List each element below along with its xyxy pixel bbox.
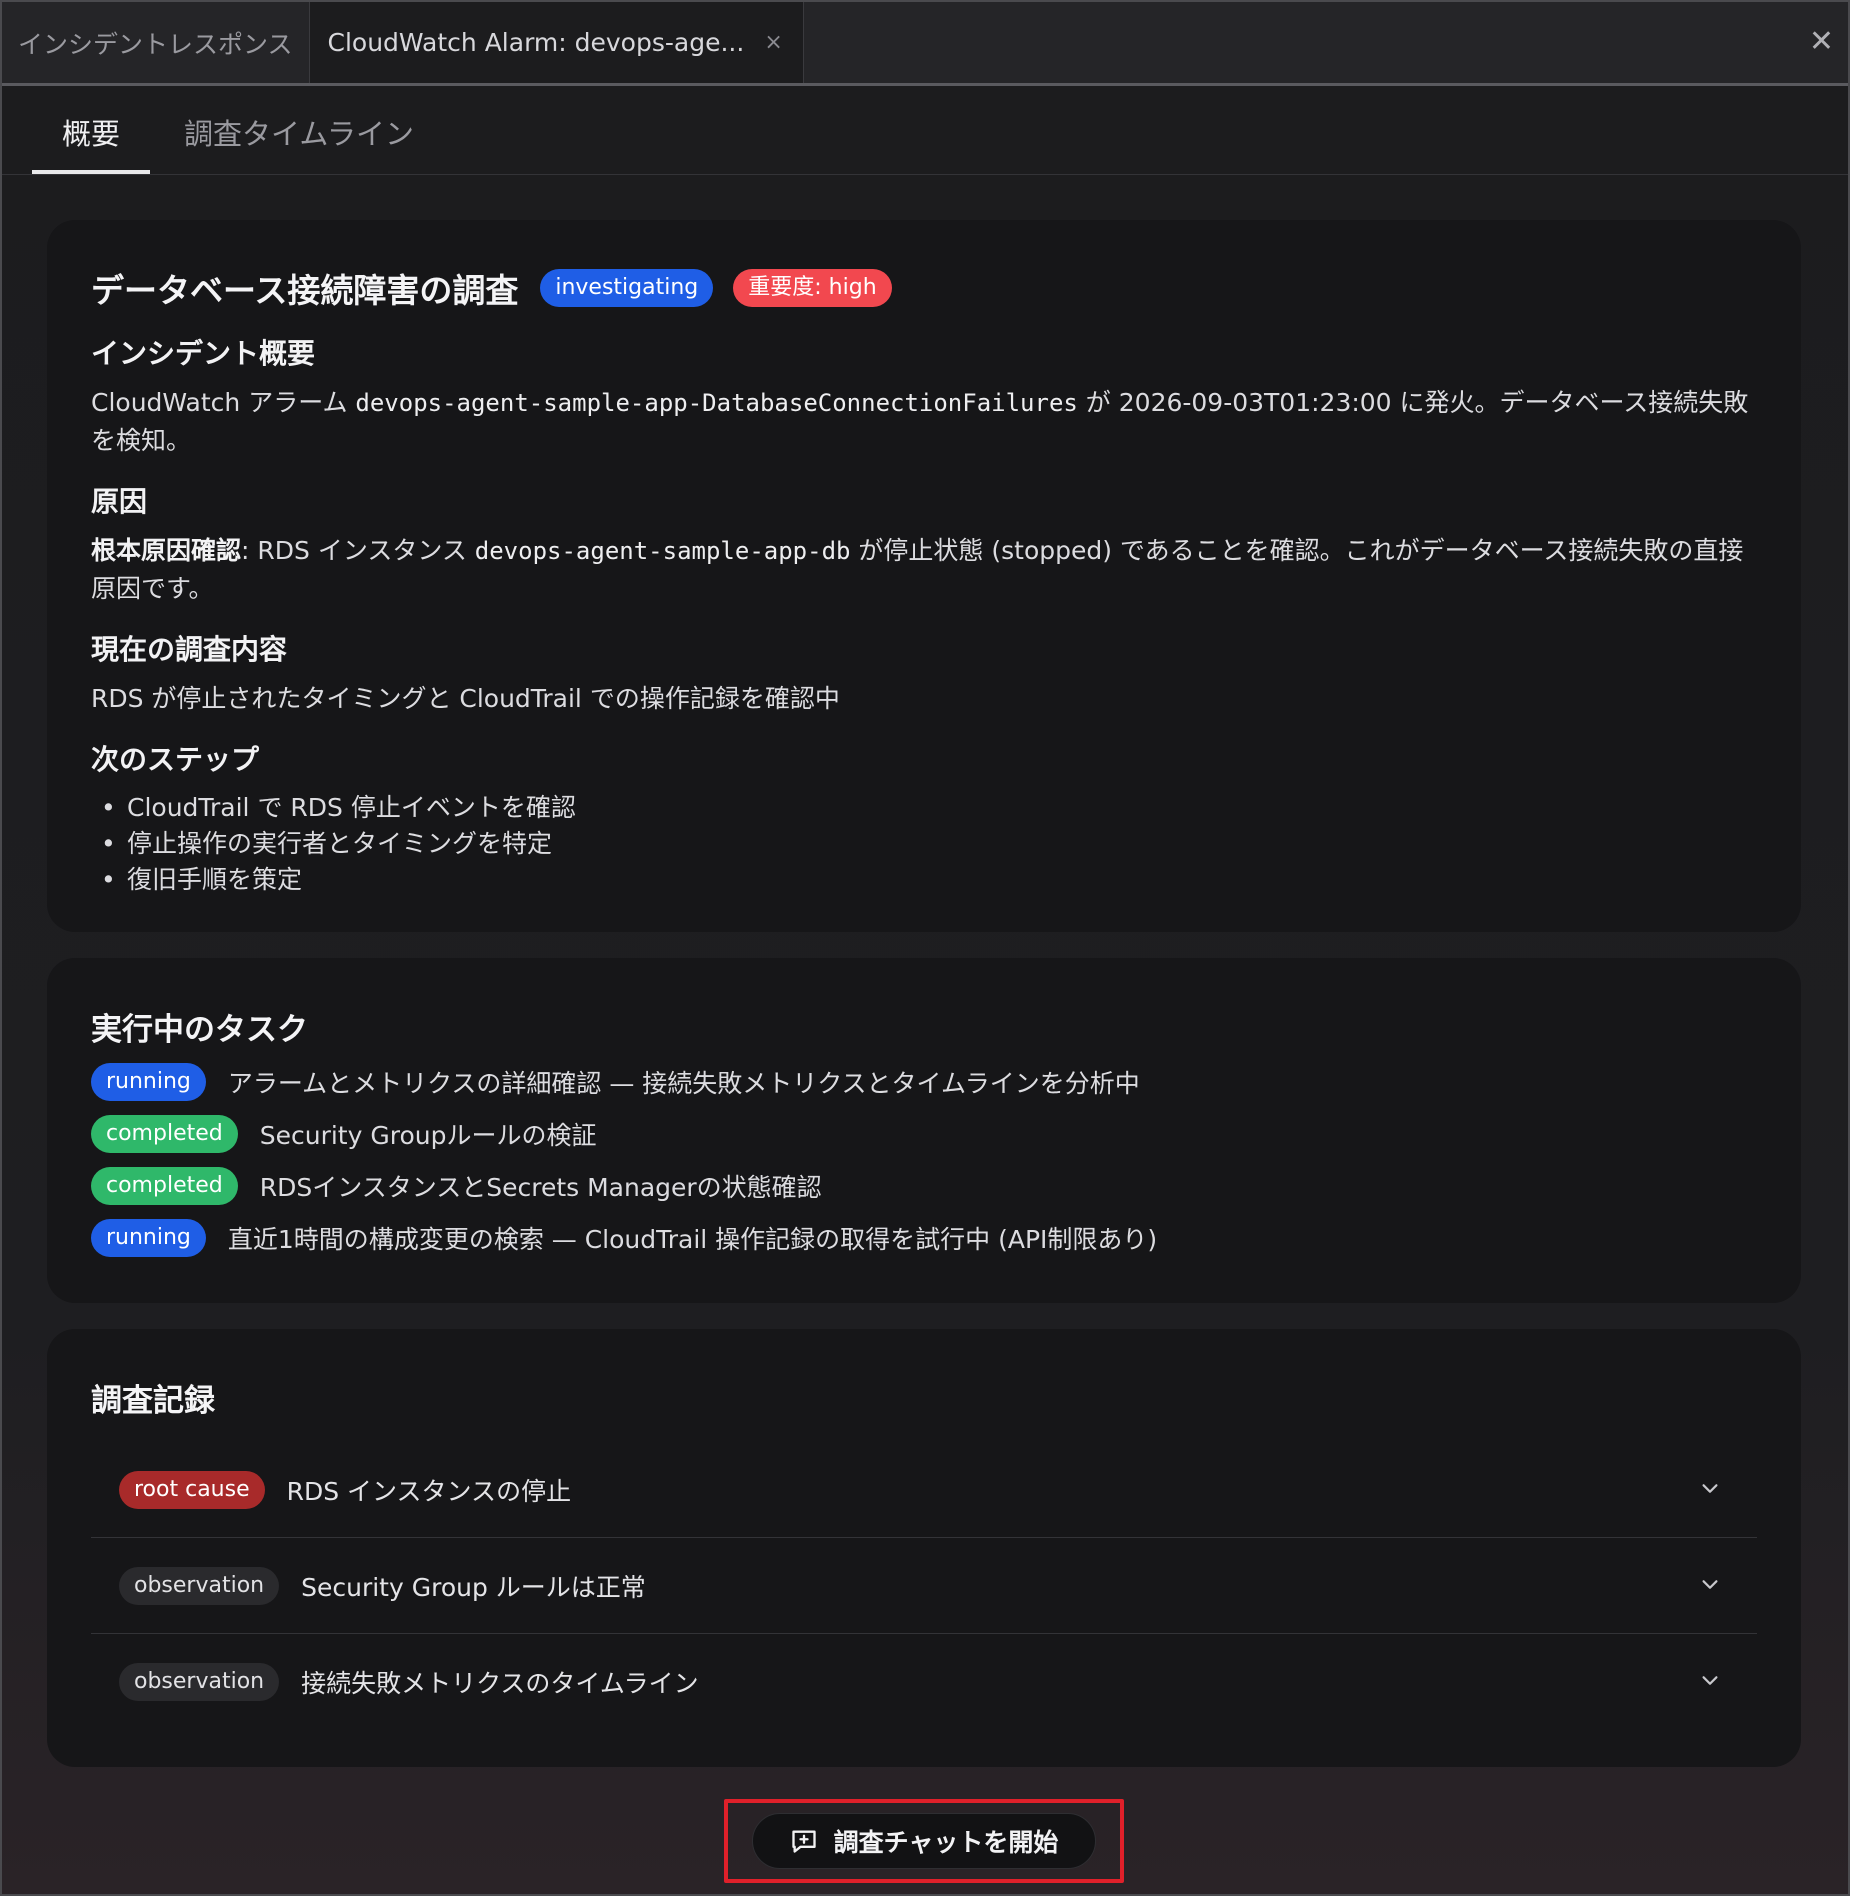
tab-overview[interactable]: 概要 [32,89,151,174]
window-tab-incident-response[interactable]: インシデントレスポンス [2,2,310,83]
record-type-badge: observation [119,1663,280,1701]
sub-tab-bar: 概要 調査タイムライン [2,89,1848,175]
chevron-down-icon[interactable] [1699,1574,1721,1596]
severity-badge: 重要度: high [733,269,892,307]
cause-text-part: : RDS インスタンス [241,536,475,565]
incident-heading: インシデント概要 [91,337,316,370]
current-heading: 現在の調査内容 [91,633,288,666]
window-tab-label: インシデントレスポンス [18,29,293,59]
start-chat-highlight: 調査チャットを開始 [724,1799,1124,1883]
alarm-name: devops-agent-sample-app-DatabaseConnecti… [355,389,1078,417]
tab-label: 調査タイムライン [184,116,414,151]
record-title: RDS インスタンスの停止 [286,1476,572,1506]
task-status-badge: completed [91,1115,238,1153]
cause-text: 根本原因確認: RDS インスタンス devops-agent-sample-a… [91,532,1757,608]
task-row: running 直近1時間の構成変更の検索 — CloudTrail 操作記録の… [91,1219,1757,1257]
window-tab-label: CloudWatch Alarm: devops-age... [327,28,745,57]
chat-plus-icon [791,1830,816,1853]
record-title: Security Group ルールは正常 [301,1572,646,1602]
next-steps-heading: 次のステップ [91,743,260,776]
summary-title-row: データベース接続障害の調査 investigating 重要度: high [91,264,1757,312]
list-item: 停止操作の実行者とタイミングを特定 [91,826,1757,862]
window-tab-strip: インシデントレスポンス CloudWatch Alarm: devops-age… [2,2,1848,86]
task-row: running アラームとメトリクスの詳細確認 — 接続失敗メトリクスとタイムラ… [91,1063,1757,1101]
status-badge: investigating [540,269,714,307]
chevron-down-icon[interactable] [1699,1670,1721,1692]
records-card: 調査記録 root cause RDS インスタンスの停止 observatio… [47,1329,1801,1767]
record-row-observation[interactable]: observation Security Group ルールは正常 [91,1538,1757,1634]
task-row: completed Security Groupルールの検証 [91,1115,1757,1153]
list-item: 復旧手順を策定 [91,862,1757,898]
incident-text: CloudWatch アラーム devops-agent-sample-app-… [91,384,1757,460]
next-steps-list: CloudTrail で RDS 停止イベントを確認 停止操作の実行者とタイミン… [91,790,1757,898]
record-title: 接続失敗メトリクスのタイムライン [301,1669,699,1698]
task-status-badge: running [91,1063,206,1101]
cause-heading: 原因 [91,485,148,518]
record-list: root cause RDS インスタンスの停止 observation Sec… [91,1442,1757,1730]
task-status-badge: running [91,1219,206,1257]
tab-label: 概要 [62,116,121,151]
records-heading: 調査記録 [91,1383,215,1419]
cause-label: 根本原因確認 [91,536,242,565]
tasks-heading: 実行中のタスク [91,1012,308,1048]
chevron-down-icon[interactable] [1699,1478,1721,1500]
task-text: Security Groupルールの検証 [259,1121,597,1150]
tab-investigation-timeline[interactable]: 調査タイムライン [154,89,444,174]
current-text: RDS が停止されたタイミングと CloudTrail での操作記録を確認中 [91,684,840,713]
record-row-observation[interactable]: observation 接続失敗メトリクスのタイムライン [91,1634,1757,1730]
page-title: データベース接続障害の調査 [91,271,519,310]
task-text: 直近1時間の構成変更の検索 — CloudTrail 操作記録の取得を試行中 (… [227,1225,1158,1254]
list-item: CloudTrail で RDS 停止イベントを確認 [91,790,1757,826]
task-text: RDSインスタンスとSecrets Managerの状態確認 [259,1173,822,1202]
task-row: completed RDSインスタンスとSecrets Managerの状態確認 [91,1167,1757,1205]
task-list: running アラームとメトリクスの詳細確認 — 接続失敗メトリクスとタイムラ… [91,1063,1757,1257]
tasks-card: 実行中のタスク running アラームとメトリクスの詳細確認 — 接続失敗メト… [47,958,1801,1303]
summary-card: データベース接続障害の調査 investigating 重要度: high イン… [47,220,1801,932]
window-tab-cloudwatch-alarm[interactable]: CloudWatch Alarm: devops-age... × [309,2,804,83]
db-instance-name: devops-agent-sample-app-db [474,537,851,565]
task-status-badge: completed [91,1167,238,1205]
app-window: インシデントレスポンス CloudWatch Alarm: devops-age… [0,0,1850,1896]
close-icon[interactable]: ✕ [1809,24,1834,59]
task-text: アラームとメトリクスの詳細確認 — 接続失敗メトリクスとタイムラインを分析中 [227,1069,1140,1098]
incident-text-part: CloudWatch アラーム [91,388,356,417]
start-chat-label: 調査チャットを開始 [833,1828,1059,1857]
start-chat-button[interactable]: 調査チャットを開始 [752,1813,1096,1869]
record-type-badge: root cause [119,1470,265,1509]
record-row-root-cause[interactable]: root cause RDS インスタンスの停止 [91,1442,1757,1538]
record-type-badge: observation [119,1566,280,1605]
close-icon[interactable]: × [764,30,782,55]
